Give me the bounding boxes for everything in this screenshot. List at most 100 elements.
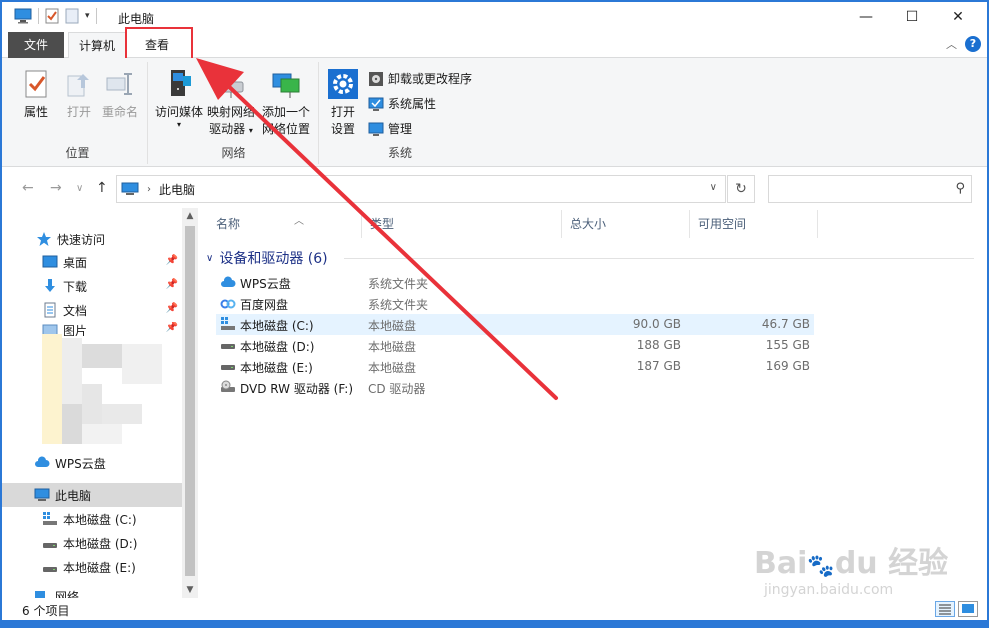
uninstall-label: 卸载或更改程序	[388, 72, 473, 86]
close-button[interactable]: ✕	[935, 2, 981, 32]
add-network-location-button[interactable]: 添加一个 网络位置	[259, 68, 313, 138]
access-media-button[interactable]: 访问媒体 ▾	[153, 68, 205, 129]
up-arrow-icon[interactable]: ↑	[96, 180, 108, 196]
nav-label: 本地磁盘 (C:)	[63, 512, 137, 527]
nav-item-local-disk-e[interactable]: 本地磁盘 (E:)	[2, 555, 182, 579]
minimize-icon: —	[859, 9, 873, 25]
nav-item-downloads[interactable]: 下载 📌	[2, 274, 182, 298]
network-location-icon	[270, 68, 302, 100]
drive-name: 本地磁盘 (E:)	[240, 361, 313, 375]
network-icon	[34, 588, 50, 598]
recent-locations-chevron-icon[interactable]: ∨	[76, 183, 83, 194]
manage-button[interactable]: 管理	[368, 120, 412, 137]
nav-item-pictures[interactable]: 图片 📌	[2, 322, 182, 336]
drive-total-size: 90.0 GB	[632, 317, 681, 331]
map-network-drive-button[interactable]: 映射网络 驱动器 ▾	[205, 68, 257, 139]
large-icons-view-icon	[959, 602, 977, 616]
group-header-devices[interactable]: ∨ 设备和驱动器 (6)	[206, 248, 328, 268]
drive-row[interactable]: WPS云盘 系统文件夹	[216, 272, 814, 293]
pin-icon[interactable]: 📌	[166, 322, 178, 333]
breadcrumb-chevron-icon[interactable]: ›	[147, 184, 151, 195]
nav-label: 文档	[63, 303, 88, 318]
nav-item-network[interactable]: 网络	[2, 588, 182, 598]
rename-button[interactable]: 重命名	[100, 68, 140, 121]
nav-label: 快速访问	[57, 232, 106, 247]
properties-check-icon[interactable]	[45, 8, 59, 24]
baidu-jingyan-watermark-logo: Bai🐾du 经验	[754, 546, 949, 581]
address-bar[interactable]: › 此电脑 ∨	[116, 175, 726, 203]
pin-icon[interactable]: 📌	[166, 255, 178, 266]
nav-label: WPS云盘	[55, 456, 106, 471]
properties-button[interactable]: 属性	[18, 68, 54, 121]
system-properties-button[interactable]: 系统属性	[368, 95, 436, 112]
refresh-button[interactable]: ↻	[727, 175, 755, 203]
ribbon-group-system: 打开 设置 卸载或更改程序 系统属性 管理 系统	[320, 62, 480, 164]
maximize-button[interactable]: ☐	[889, 2, 935, 32]
search-icon: ⚲	[955, 181, 965, 196]
uninstall-cd-icon	[368, 71, 384, 87]
large-icons-view-button[interactable]	[958, 601, 978, 617]
nav-item-local-disk-c[interactable]: 本地磁盘 (C:)	[2, 507, 182, 531]
open-settings-label-line2: 设置	[330, 122, 355, 136]
customize-toolbar-dropdown-icon[interactable]: ▾	[85, 11, 90, 21]
hard-drive-icon	[220, 359, 236, 373]
drive-row[interactable]: 本地磁盘 (D:) 本地磁盘 188 GB 155 GB	[216, 335, 814, 356]
tab-computer[interactable]: 计算机	[68, 32, 126, 59]
nav-item-documents[interactable]: 文档 📌	[2, 298, 182, 322]
column-total-label: 总大小	[570, 217, 607, 231]
computer-icon[interactable]	[14, 8, 32, 24]
scroll-down-icon[interactable]: ▼	[182, 582, 198, 598]
pin-icon[interactable]: 📌	[166, 279, 178, 290]
scroll-thumb[interactable]	[185, 226, 195, 576]
map-drive-label-line2: 驱动器 ▾	[205, 121, 257, 139]
drive-type: 系统文件夹	[368, 298, 429, 312]
drive-total-size: 187 GB	[636, 359, 681, 373]
nav-item-desktop[interactable]: 桌面 📌	[2, 250, 182, 274]
back-arrow-icon[interactable]: ←	[22, 180, 34, 196]
column-header-name[interactable]: 名称 ︿	[208, 210, 362, 238]
collapse-ribbon-chevron-icon[interactable]: ︿	[946, 36, 957, 52]
desktop-icon	[42, 254, 58, 270]
search-input[interactable]: ⚲	[768, 175, 972, 203]
drive-row[interactable]: 百度网盘 系统文件夹	[216, 293, 814, 314]
nav-label: 此电脑	[55, 488, 92, 503]
rename-icon	[104, 68, 136, 100]
column-free-label: 可用空间	[698, 217, 747, 231]
properties-label: 属性	[23, 105, 48, 119]
add-location-label-line2: 网络位置	[261, 122, 310, 136]
nav-item-quick-access[interactable]: 快速访问	[2, 227, 182, 251]
refresh-icon: ↻	[735, 181, 747, 197]
status-bar: 6 个项目	[2, 598, 987, 620]
scroll-up-icon[interactable]: ▲	[182, 208, 198, 224]
column-name-label: 名称	[216, 217, 241, 231]
group-collapse-chevron-icon[interactable]: ∨	[206, 253, 213, 264]
details-view-button[interactable]	[935, 601, 955, 617]
address-history-chevron-icon[interactable]: ∨	[710, 182, 717, 193]
nav-item-wps-cloud[interactable]: WPS云盘	[2, 451, 182, 475]
nav-pane-scrollbar[interactable]: ▲ ▼	[182, 208, 198, 598]
drive-row[interactable]: 本地磁盘 (C:) 本地磁盘 90.0 GB 46.7 GB	[216, 314, 814, 335]
column-header-free-space[interactable]: 可用空间	[690, 210, 818, 238]
item-count: 6 个项目	[22, 604, 70, 618]
group-label-network: 网络	[221, 146, 246, 160]
close-icon: ✕	[952, 9, 964, 25]
nav-item-this-pc[interactable]: 此电脑	[2, 483, 182, 507]
column-header-total-size[interactable]: 总大小	[562, 210, 690, 238]
column-header-type[interactable]: 类型	[362, 210, 562, 238]
new-folder-icon[interactable]	[65, 8, 79, 24]
drive-row[interactable]: DVD RW 驱动器 (F:) CD 驱动器	[216, 377, 814, 398]
help-icon[interactable]: ?	[965, 36, 981, 52]
add-location-label-line1: 添加一个	[261, 105, 310, 119]
minimize-button[interactable]: —	[843, 2, 889, 32]
tab-file[interactable]: 文件	[8, 32, 64, 58]
open-button[interactable]: 打开	[62, 68, 96, 121]
nav-item-local-disk-d[interactable]: 本地磁盘 (D:)	[2, 531, 182, 555]
nav-label: 本地磁盘 (D:)	[63, 536, 138, 551]
uninstall-programs-button[interactable]: 卸载或更改程序	[368, 70, 472, 87]
properties-check-icon	[20, 68, 52, 100]
pin-icon[interactable]: 📌	[166, 303, 178, 314]
open-settings-button[interactable]: 打开 设置	[326, 68, 360, 138]
breadcrumb-this-pc[interactable]: 此电脑	[159, 181, 195, 198]
forward-arrow-icon[interactable]: →	[50, 180, 62, 196]
drive-row[interactable]: 本地磁盘 (E:) 本地磁盘 187 GB 169 GB	[216, 356, 814, 377]
